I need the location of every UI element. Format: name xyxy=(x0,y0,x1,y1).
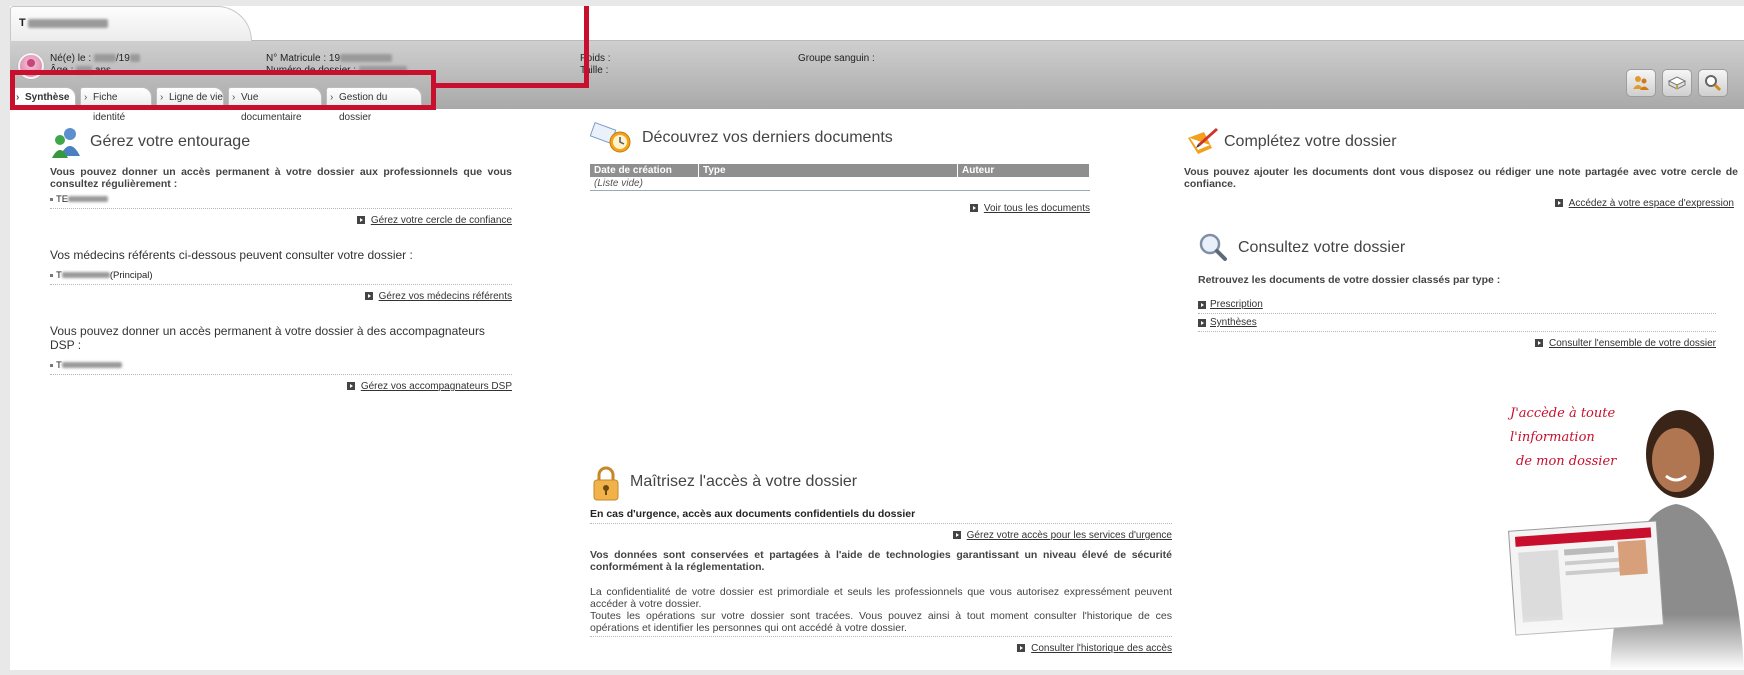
arrow-icon xyxy=(952,531,961,540)
entourage-title: Gérez votre entourage xyxy=(90,133,251,150)
entourage-section: Gérez votre entourage Vous pouvez donner… xyxy=(50,126,512,392)
completez-title: Complétez votre dossier xyxy=(1224,133,1397,150)
patient-name-initial: T xyxy=(19,17,26,29)
pencil-paper-icon xyxy=(1184,126,1218,158)
matricule-value: 19 xyxy=(328,53,341,64)
page-frame: T Né(e) le : /19 Âge : ans N° Matricule … xyxy=(10,6,1744,670)
column-auteur[interactable]: Auteur xyxy=(957,164,1090,177)
all-documents-link-row: Voir tous les documents xyxy=(590,203,1090,214)
espace-expression-link[interactable]: Accédez à votre espace d'expression xyxy=(1569,198,1734,209)
patient-name-redacted xyxy=(27,18,108,28)
documents-title: Découvrez vos derniers documents xyxy=(642,129,893,146)
pro-list-item: TE xyxy=(50,190,512,209)
dsp-link-row: Gérez vos accompagnateurs DSP xyxy=(50,381,512,392)
column-type[interactable]: Type xyxy=(698,164,958,177)
historique-acces-link[interactable]: Consulter l'historique des accès xyxy=(1031,643,1172,654)
entourage-intro: Vous pouvez donner un accès permanent à … xyxy=(50,166,512,190)
consultez-header: Consultez votre dossier xyxy=(1198,232,1716,264)
promo-line-2: l'information xyxy=(1510,430,1595,445)
accompagnateurs-dsp-link[interactable]: Gérez vos accompagnateurs DSP xyxy=(361,381,512,392)
promo-text: J'accède à toute l'information de mon do… xyxy=(1510,402,1616,474)
acces-title: Maîtrisez l'accès à votre dossier xyxy=(630,473,858,490)
documents-clock-icon xyxy=(589,122,634,154)
urgence-link-row: Gérez votre accès pour les services d'ur… xyxy=(590,530,1172,541)
book-button[interactable] xyxy=(1662,69,1692,97)
users-settings-button[interactable] xyxy=(1626,69,1656,97)
ensemble-dossier-link[interactable]: Consulter l'ensemble de votre dossier xyxy=(1549,338,1716,349)
type-prescription-row: Prescription xyxy=(1198,296,1716,314)
securite-text: Vos données sont conservées et partagées… xyxy=(590,549,1172,573)
tracees-text: Toutes les opérations sur votre dossier … xyxy=(590,610,1172,637)
promo-line-3: de mon dossier xyxy=(1516,454,1617,469)
book-icon xyxy=(1667,76,1687,90)
highlight-box-tabs xyxy=(10,70,436,110)
groupe-sanguin-label: Groupe sanguin : xyxy=(798,53,875,64)
acces-body: En cas d'urgence, accès aux documents co… xyxy=(590,508,1172,654)
highlight-line-vertical xyxy=(584,6,589,88)
type-syntheses-row: Synthèses xyxy=(1198,314,1716,332)
matricule-label: N° Matricule : xyxy=(266,53,327,64)
medecin-role: (Principal) xyxy=(109,270,153,281)
medecins-text: Vos médecins référents ci-dessous peuven… xyxy=(50,248,413,262)
ensemble-link-row: Consulter l'ensemble de votre dossier xyxy=(1198,338,1716,349)
completez-text: Vous pouvez ajouter les documents dont v… xyxy=(1184,166,1738,190)
cercle-link-row: Gérez votre cercle de confiance xyxy=(50,215,512,226)
medecin-list-item: T (Principal) xyxy=(50,266,512,285)
users-icon xyxy=(50,126,82,158)
completez-header: Complétez votre dossier xyxy=(1184,126,1738,158)
documents-table: Date de création Type Auteur (Liste vide… xyxy=(590,164,1090,191)
arrow-icon xyxy=(346,382,355,391)
syntheses-link[interactable]: Synthèses xyxy=(1210,317,1257,328)
arrow-icon xyxy=(364,292,373,301)
arrow-icon xyxy=(1198,300,1206,309)
medecin-name: T xyxy=(56,270,62,281)
acces-header: Maîtrisez l'accès à votre dossier xyxy=(590,466,1172,501)
highlight-line-horizontal xyxy=(436,83,589,88)
completez-section: Complétez votre dossier Vous pouvez ajou… xyxy=(1184,126,1738,209)
magnifier-icon xyxy=(1198,232,1230,264)
promo-image: J'accède à toute l'information de mon do… xyxy=(1490,394,1744,670)
medecins-referents-link[interactable]: Gérez vos médecins référents xyxy=(379,291,512,302)
medecins-link-row: Gérez vos médecins référents xyxy=(50,291,512,302)
services-urgence-link[interactable]: Gérez votre accès pour les services d'ur… xyxy=(967,530,1172,541)
acces-section: Maîtrisez l'accès à votre dossier xyxy=(590,466,1172,501)
consultez-text: Retrouvez les documents de votre dossier… xyxy=(1198,274,1501,286)
consultez-title: Consultez votre dossier xyxy=(1238,239,1406,256)
arrow-icon xyxy=(1198,318,1206,327)
entourage-header: Gérez votre entourage xyxy=(50,126,512,158)
users-settings-icon xyxy=(1633,76,1649,90)
prescription-link[interactable]: Prescription xyxy=(1210,299,1263,310)
arrow-icon xyxy=(1017,644,1026,653)
patient-name: T xyxy=(19,17,108,29)
documents-header: Découvrez vos derniers documents xyxy=(589,122,1090,154)
arrow-icon xyxy=(1554,199,1563,208)
confidentialite-text: La confidentialité de votre dossier est … xyxy=(590,586,1172,610)
padlock-icon xyxy=(590,466,622,501)
dsp-name: T xyxy=(56,360,62,371)
documents-section: Découvrez vos derniers documents Date de… xyxy=(589,122,1090,214)
urgence-heading: En cas d'urgence, accès aux documents co… xyxy=(590,508,1172,524)
dsp-text: Vous pouvez donner un accès permanent à … xyxy=(50,324,485,352)
patient-name-tab: T xyxy=(10,6,252,41)
dsp-list-item: T xyxy=(50,356,512,375)
voir-tous-documents-link[interactable]: Voir tous les documents xyxy=(984,203,1090,214)
column-date-creation[interactable]: Date de création xyxy=(590,164,699,177)
arrow-icon xyxy=(356,216,365,225)
born-value: /19 xyxy=(115,53,130,64)
consultez-section: Consultez votre dossier Retrouvez les do… xyxy=(1198,232,1716,349)
cercle-confiance-link[interactable]: Gérez votre cercle de confiance xyxy=(371,215,512,226)
empty-list-text: (Liste vide) xyxy=(590,177,1090,191)
arrow-icon xyxy=(969,204,978,213)
born-label: Né(e) le : xyxy=(50,53,92,64)
promo-line-1: J'accède à toute xyxy=(1510,406,1616,421)
search-button[interactable] xyxy=(1698,69,1728,97)
expression-link-row: Accédez à votre espace d'expression xyxy=(1184,198,1734,209)
historique-link-row: Consulter l'historique des accès xyxy=(590,643,1172,654)
search-icon xyxy=(1705,75,1722,92)
pro-name: TE xyxy=(56,194,69,205)
arrow-icon xyxy=(1535,339,1543,348)
